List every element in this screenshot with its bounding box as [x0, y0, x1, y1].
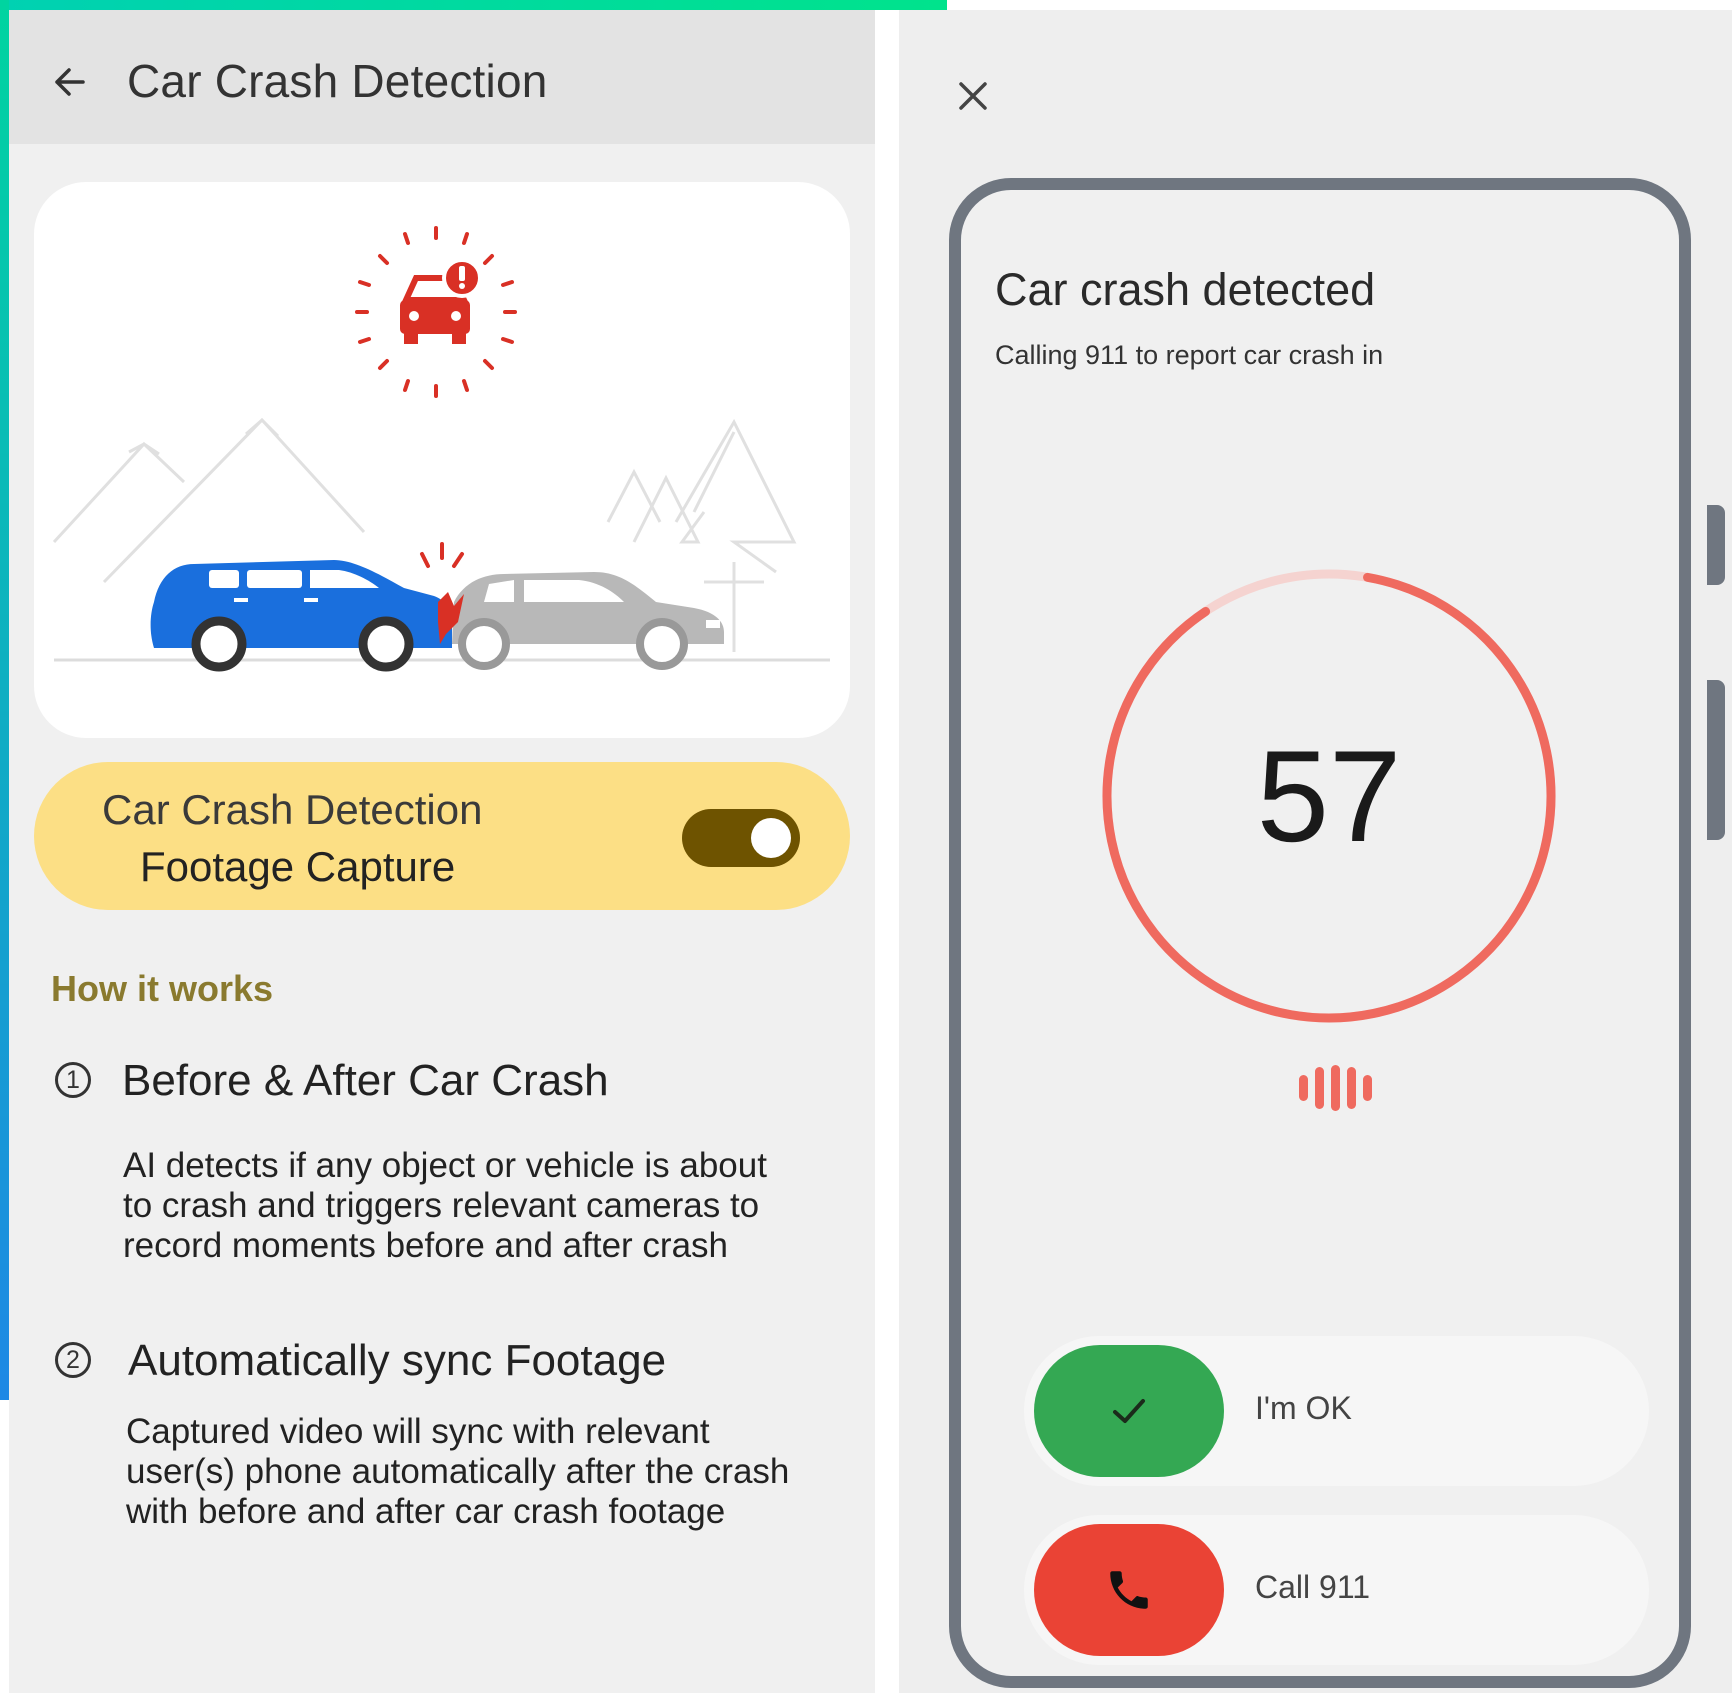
step-description-line: Captured video will sync with relevant: [126, 1412, 710, 1451]
back-button[interactable]: [39, 52, 99, 112]
arrow-left-icon: [55, 68, 85, 96]
alert-title: Car crash detected: [995, 264, 1376, 315]
step-description-line: record moments before and after crash: [123, 1226, 729, 1265]
toggle-label-line2: Footage Capture: [140, 843, 456, 890]
step-number-1: 1: [55, 1062, 91, 1098]
alert-subtitle: Calling 911 to report car crash in: [995, 340, 1384, 370]
close-icon: [959, 82, 987, 110]
accent-strip-left: [0, 0, 9, 1400]
im-ok-pill: [1034, 1345, 1224, 1477]
car-front-icon: [400, 258, 482, 344]
accent-strip-top: [0, 0, 947, 10]
step-description-1: AI detects if any object or vehicle is a…: [123, 1146, 823, 1266]
check-icon: [1113, 1399, 1145, 1423]
call-911-button[interactable]: Call 911: [1024, 1515, 1649, 1665]
step-description-line: with before and after car crash footage: [126, 1492, 726, 1531]
footage-capture-toggle-card[interactable]: Car Crash Detection Footage Capture: [34, 762, 850, 910]
close-button[interactable]: [945, 68, 1001, 124]
step-description-2: Captured video will sync with relevant u…: [126, 1412, 826, 1532]
countdown-timer: 57: [1099, 566, 1559, 1026]
switch-knob: [751, 818, 791, 858]
im-ok-label: I'm OK: [1255, 1390, 1352, 1426]
step-number-2: 2: [55, 1342, 91, 1378]
blue-car: [150, 560, 452, 672]
step-description-line: AI detects if any object or vehicle is a…: [123, 1146, 767, 1185]
crash-illustration: [52, 226, 830, 672]
grey-car: [452, 572, 724, 670]
settings-screen: Car Crash Detection Car Crash Detection …: [9, 10, 875, 1693]
call-911-pill: [1034, 1524, 1224, 1656]
step-title-1: Before & After Car Crash: [122, 1056, 609, 1105]
im-ok-button[interactable]: I'm OK: [1024, 1336, 1649, 1486]
call-911-label: Call 911: [1255, 1569, 1371, 1605]
phone-icon: [1110, 1571, 1148, 1609]
crash-alert-screen: Car crash detected Calling 911 to report…: [899, 10, 1732, 1693]
toggle-label-line1: Car Crash Detection: [102, 786, 483, 833]
crash-illustration-card: [34, 182, 850, 738]
step-title-2: Automatically sync Footage: [128, 1336, 667, 1385]
footage-capture-switch[interactable]: [682, 809, 800, 867]
countdown-number: 57: [1256, 723, 1402, 869]
app-bar: Car Crash Detection: [9, 10, 875, 144]
how-it-works-heading: How it works: [51, 968, 274, 1009]
step-description-line: user(s) phone automatically after the cr…: [126, 1452, 790, 1491]
audio-level-icon: [1299, 1065, 1372, 1111]
phone-side-button: [1707, 505, 1725, 585]
step-description-line: to crash and triggers relevant cameras t…: [123, 1186, 760, 1225]
phone-volume-button: [1707, 680, 1725, 840]
page-title: Car Crash Detection: [127, 55, 548, 107]
